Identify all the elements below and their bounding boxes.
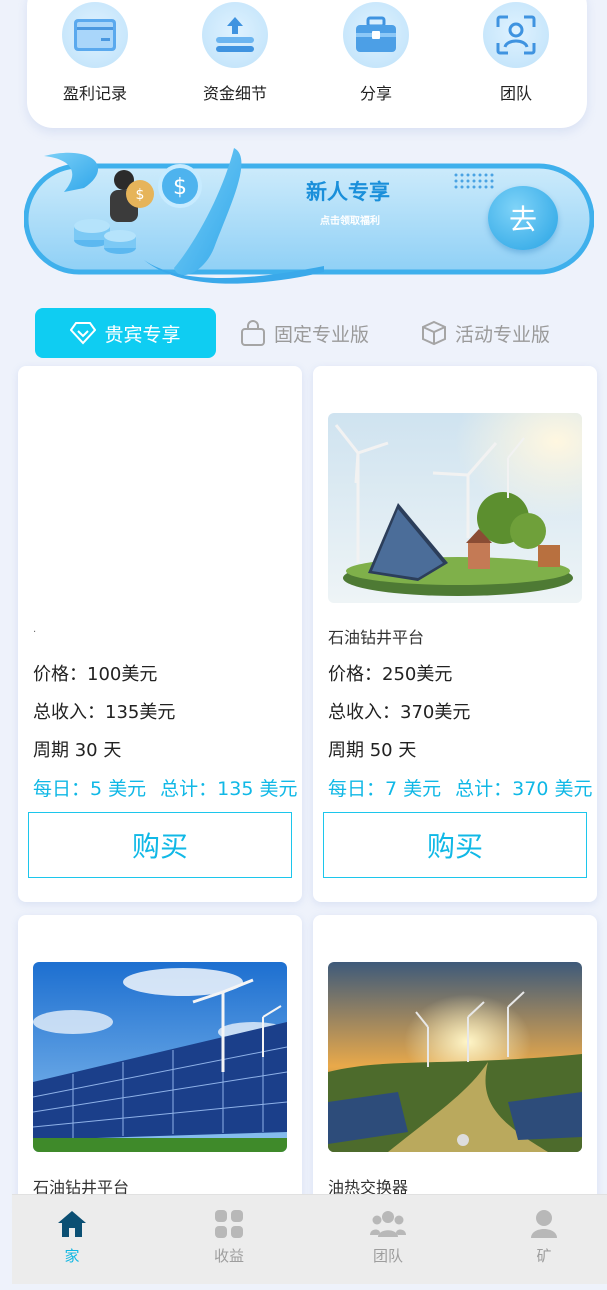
product-image [328, 962, 582, 1152]
tab-vip[interactable]: 贵宾专享 [35, 308, 216, 358]
shortcut-share[interactable]: 分享 [311, 2, 441, 104]
tab-activity-pro[interactable]: 活动专业版 [421, 308, 571, 358]
user-icon [531, 1210, 557, 1238]
upload-stack-icon [202, 2, 268, 68]
shortcut-label: 盈利记录 [62, 84, 127, 103]
product-price: 价格：100美元 [33, 664, 158, 685]
nav-mine[interactable]: 矿 [494, 1209, 594, 1266]
product-card: 油热交换器 [313, 915, 597, 1215]
buy-button[interactable]: 购买 [323, 812, 587, 878]
banner-title: 新人专享 [306, 180, 390, 204]
bottom-nav: 家 收益 团队 矿 [12, 1194, 607, 1284]
nav-label: 收益 [213, 1247, 244, 1265]
product-daily: 每日：5 美元 [33, 778, 147, 800]
tab-label: 固定专业版 [274, 323, 370, 346]
banner-go-button[interactable]: 去 [488, 186, 558, 250]
nav-home[interactable]: 家 [22, 1209, 122, 1266]
buy-button[interactable]: 购买 [28, 812, 292, 878]
shortcut-label: 团队 [499, 84, 532, 103]
tab-label: 活动专业版 [455, 323, 551, 346]
user-scan-icon [483, 2, 549, 68]
nav-team[interactable]: 团队 [338, 1209, 438, 1266]
shortcut-profit-records[interactable]: 盈利记录 [30, 2, 160, 104]
shopping-bag-icon [241, 320, 265, 346]
shortcut-label: 资金细节 [202, 84, 267, 103]
box-icon [422, 320, 446, 346]
product-image [328, 413, 582, 603]
product-daily-summary: 每日：7 美元 总计：370 美元 [328, 774, 597, 801]
tab-fixed-pro[interactable]: 固定专业版 [240, 308, 390, 358]
shortcut-label: 分享 [359, 84, 392, 103]
tab-label: 贵宾专享 [104, 323, 181, 346]
product-card: 石油钻井平台 [18, 915, 302, 1215]
product-name: . [33, 624, 37, 635]
wallet-icon [62, 2, 128, 68]
product-total: 总计：370 美元 [455, 778, 593, 800]
shortcut-fund-details[interactable]: 资金细节 [170, 2, 300, 104]
svg-text:$: $ [136, 187, 145, 203]
users-icon [370, 1211, 406, 1237]
shortcut-team[interactable]: 团队 [451, 2, 581, 104]
product-card: 石油钻井平台 价格：250美元 总收入：370美元 周期 50 天 每日：7 美… [313, 366, 597, 902]
svg-text:$: $ [173, 175, 187, 200]
product-total-income: 总收入：135美元 [33, 702, 176, 723]
category-tabs: 贵宾专享 固定专业版 活动专业版 [0, 308, 607, 360]
product-image [33, 962, 287, 1152]
nav-label: 团队 [372, 1247, 403, 1265]
product-period: 周期 50 天 [328, 740, 417, 761]
product-price: 价格：250美元 [328, 664, 453, 685]
nav-label: 家 [64, 1247, 80, 1265]
grid-icon [215, 1210, 243, 1238]
nav-label: 矿 [536, 1247, 552, 1265]
briefcase-icon [343, 2, 409, 68]
shortcut-panel: 盈利记录 资金细节 分享 团队 [27, 0, 587, 128]
product-total: 总计：135 美元 [160, 778, 298, 800]
banner-subtitle: 点击领取福利 [320, 216, 380, 227]
newcomer-banner[interactable]: $ $ 新人专享 点击领取福利 去 [23, 148, 595, 286]
diamond-icon [70, 322, 97, 345]
product-daily-summary: 每日：5 美元 总计：135 美元 [33, 774, 302, 801]
product-total-income: 总收入：370美元 [328, 702, 471, 723]
product-name: 石油钻井平台 [328, 628, 425, 647]
product-card: . 价格：100美元 总收入：135美元 周期 30 天 每日：5 美元 总计：1… [18, 366, 302, 902]
go-label: 去 [508, 203, 537, 236]
home-icon [58, 1211, 86, 1237]
nav-earnings[interactable]: 收益 [179, 1209, 279, 1266]
product-period: 周期 30 天 [33, 740, 122, 761]
product-daily: 每日：7 美元 [328, 778, 442, 800]
